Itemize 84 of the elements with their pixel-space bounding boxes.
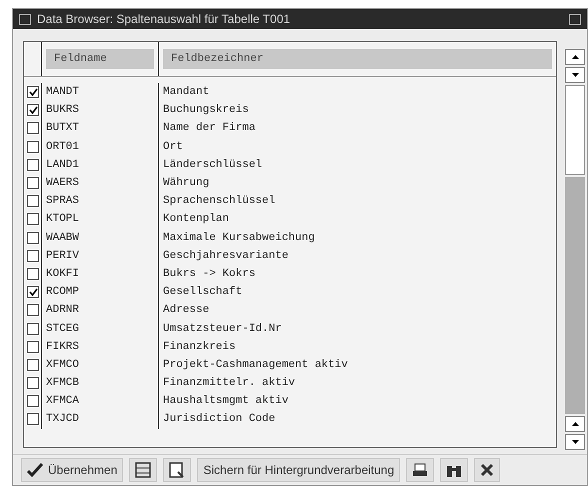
up-arrow-icon xyxy=(572,422,578,426)
checkbox[interactable] xyxy=(27,140,39,153)
table-cell-text: Länderschlüssel xyxy=(162,158,264,173)
table-cell: XFMCO xyxy=(42,356,159,374)
down-arrow-icon xyxy=(572,73,578,77)
checkbox[interactable] xyxy=(27,395,39,408)
checkbox[interactable] xyxy=(27,213,39,226)
table-cell: XFMCB xyxy=(42,374,159,392)
checkbox[interactable] xyxy=(27,250,39,262)
table-cell: RCOMP xyxy=(42,283,159,302)
table-cell-text: Jurisdiction Code xyxy=(162,412,276,428)
table-cell: WAABW xyxy=(42,228,159,247)
table-cell: MANDT xyxy=(42,83,159,102)
table-cell-text: Buchungskreis xyxy=(162,103,250,118)
checkbox[interactable] xyxy=(27,86,39,98)
table-cell: WAERS xyxy=(42,174,159,192)
column-header[interactable]: Feldname xyxy=(46,49,154,69)
checkbox[interactable] xyxy=(27,158,39,171)
icon-button[interactable] xyxy=(129,458,158,482)
checkbox[interactable] xyxy=(27,340,39,353)
table-cell: SPRAS xyxy=(42,192,159,210)
checkbox[interactable] xyxy=(27,232,39,244)
table-cell: PERIV xyxy=(42,246,159,265)
table-cell-text: Haushaltsmgmt aktiv xyxy=(162,394,290,410)
checkbox[interactable] xyxy=(27,304,39,316)
scroll-up-button[interactable] xyxy=(565,416,585,432)
icon-button[interactable] xyxy=(474,458,500,482)
column-header[interactable]: Feldbezeichner xyxy=(163,49,552,69)
checkbox[interactable] xyxy=(27,413,39,426)
table-cell: LAND1 xyxy=(42,156,159,174)
table-cell: KOKFI xyxy=(42,264,159,284)
table-cell-text: Bukrs -> Kokrs xyxy=(162,266,256,282)
icon-button[interactable] xyxy=(406,458,434,482)
page-icon xyxy=(169,462,186,478)
table-cell: STCEG xyxy=(42,319,159,338)
table-cell-text: Finanzmittelr. aktiv xyxy=(162,376,296,392)
table-cell: KTOPL xyxy=(42,210,159,228)
table-cell: ADRNR xyxy=(42,301,159,320)
scroll-up-button[interactable] xyxy=(565,49,585,65)
table-cell-text: Geschjahresvariante xyxy=(162,248,290,264)
checkbox[interactable] xyxy=(27,177,39,190)
table-cell-text: Maximale Kursabweichung xyxy=(162,230,316,246)
table-cell: XFMCA xyxy=(42,392,159,410)
icon-button[interactable] xyxy=(440,458,468,482)
table-cell-text: Adresse xyxy=(162,303,210,318)
toolbar-button[interactable]: Sichern für Hintergrundverarbeitung xyxy=(197,458,400,482)
window-title: Data Browser: Spaltenauswahl für Tabelle T001 xyxy=(37,12,292,26)
table-cell-text: Währung xyxy=(162,176,210,192)
check-icon xyxy=(27,463,43,477)
down-arrow-icon xyxy=(572,440,578,444)
table-cell-text: Umsatzsteuer-Id.Nr xyxy=(162,322,283,337)
table-cell-text: Kontenplan xyxy=(162,212,230,228)
close-icon xyxy=(480,463,494,477)
table-cell-text: Ort xyxy=(162,140,184,155)
toolbar-button[interactable]: Übernehmen xyxy=(21,458,124,482)
checkbox[interactable] xyxy=(27,195,39,208)
table-cell-text: Gesellschaft xyxy=(162,285,244,300)
checkbox[interactable] xyxy=(27,358,39,371)
up-arrow-icon xyxy=(572,55,578,59)
table-cell: BUKRS xyxy=(42,101,159,120)
icon-button[interactable] xyxy=(163,458,192,482)
table-cell-text: Sprachenschlüssel xyxy=(162,194,276,210)
checkbox[interactable] xyxy=(27,122,39,134)
checkbox[interactable] xyxy=(27,322,39,335)
scroll-down-button[interactable] xyxy=(565,434,585,450)
table-cell: TXJCD xyxy=(42,410,159,429)
window-menu-icon[interactable] xyxy=(19,14,31,24)
table-cell-text: Name der Firma xyxy=(162,121,256,136)
window-button-icon[interactable] xyxy=(569,14,581,24)
table-icon xyxy=(135,462,152,478)
table-cell: ORT01 xyxy=(42,138,159,156)
table-cell: BUTXT xyxy=(42,119,159,138)
table-cell-text: Projekt-Cashmanagement aktiv xyxy=(162,358,349,373)
table-cell-text: Finanzkreis xyxy=(162,340,237,355)
checkbox[interactable] xyxy=(27,268,39,280)
scroll-down-button[interactable] xyxy=(565,67,585,83)
scroll-thumb[interactable] xyxy=(565,85,585,175)
checkbox[interactable] xyxy=(27,377,39,390)
checkbox[interactable] xyxy=(27,286,39,298)
table-cell: FIKRS xyxy=(42,338,159,356)
scroll-track[interactable] xyxy=(565,177,585,414)
printer-icon xyxy=(412,463,428,477)
checkbox[interactable] xyxy=(27,104,39,116)
table-cell-text: Mandant xyxy=(162,85,210,100)
